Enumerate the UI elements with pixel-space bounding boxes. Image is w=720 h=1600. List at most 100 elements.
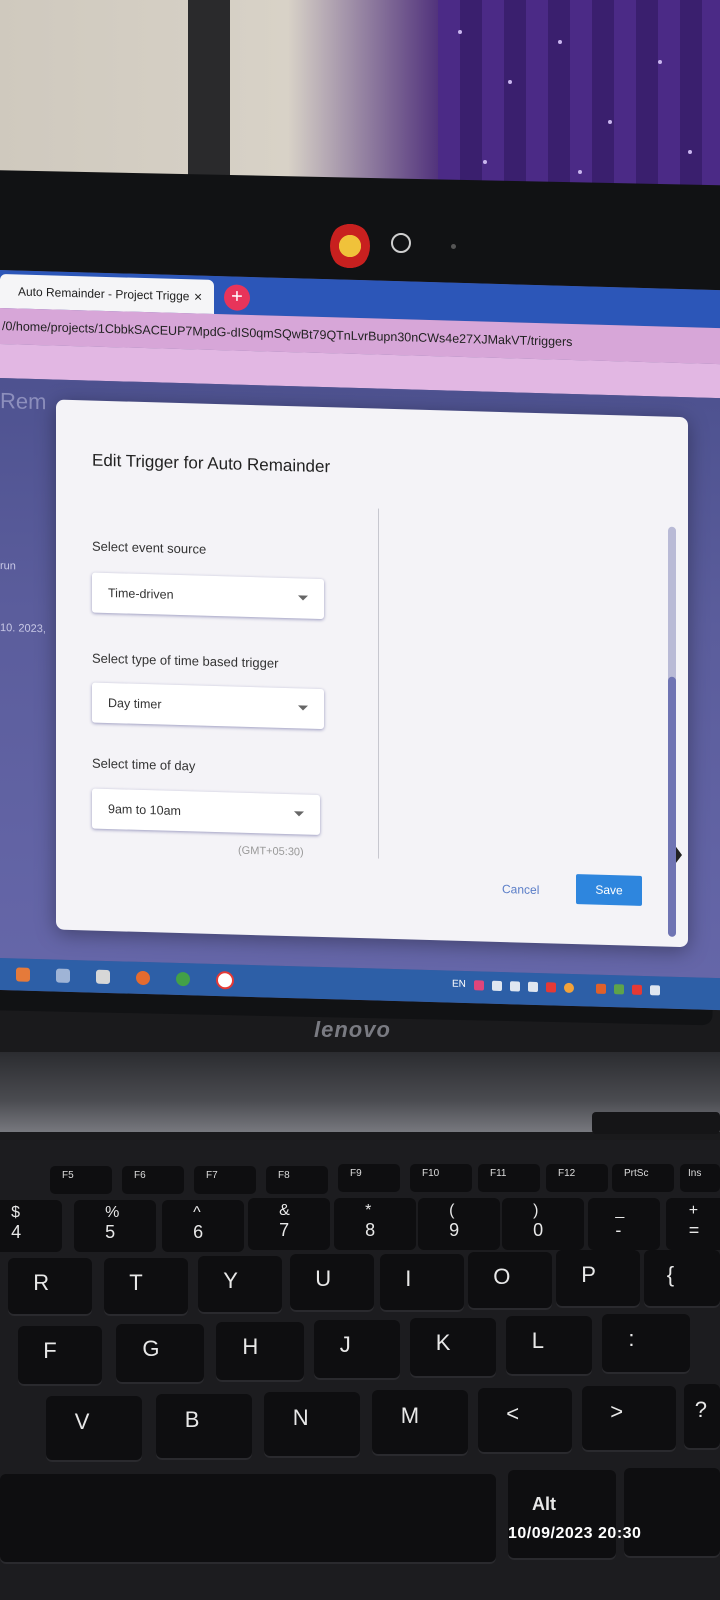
trigger-type-select[interactable]: Day timer [92,682,324,730]
key-semicolon[interactable]: : [602,1314,690,1374]
key-0[interactable]: ) 0 [502,1198,584,1250]
key-h[interactable]: H [216,1322,304,1382]
battery-icon[interactable] [613,983,624,994]
key-j[interactable]: J [314,1320,400,1380]
key-m[interactable]: M [372,1390,468,1456]
key-9-shift: ( [449,1202,455,1219]
key-y[interactable]: Y [198,1256,282,1314]
key-5[interactable]: % 5 [74,1200,156,1252]
key-o[interactable]: O [468,1252,552,1310]
security-icon[interactable] [631,984,642,995]
timezone-text: (GMT+05:30) [238,844,304,859]
q-app-icon[interactable] [545,981,556,993]
key-7-main: 7 [279,1220,290,1240]
key-equals-shift: + [688,1202,699,1219]
key-space[interactable] [0,1474,496,1564]
tray-app-icon[interactable] [595,983,606,994]
scrollbar-thumb[interactable] [668,676,676,937]
key-menu[interactable] [624,1468,720,1558]
key-f11[interactable]: F11 [478,1164,540,1192]
background-run-text: run [0,560,16,573]
key-f7[interactable]: F7 [194,1166,256,1194]
key-8[interactable]: * 8 [334,1198,416,1250]
key-ins[interactable]: Ins [680,1164,720,1192]
tab-title: Auto Remainder - Project Trigger [18,284,190,304]
chevron-down-icon [294,811,304,817]
chevron-down-icon [298,705,308,711]
key-7[interactable]: & 7 [248,1198,330,1250]
share-icon[interactable] [509,980,520,992]
file-explorer-icon[interactable] [56,968,70,983]
key-f6[interactable]: F6 [122,1166,184,1194]
shield-icon[interactable] [473,979,484,991]
key-bracket[interactable]: { [644,1250,720,1308]
key-i[interactable]: I [380,1254,464,1312]
key-g[interactable]: G [116,1324,204,1384]
wall-post [188,0,230,185]
key-6-shift: ^ [193,1204,201,1221]
key-4[interactable]: $ 4 [0,1200,62,1252]
chevron-down-icon [298,595,308,601]
language-indicator[interactable]: EN [452,979,466,990]
key-5-main: 5 [105,1222,116,1242]
key-8-main: 8 [365,1220,376,1240]
key-t-label: T [129,1269,143,1295]
chrome-active-icon[interactable] [216,971,234,990]
chrome-icon[interactable] [176,971,190,987]
key-f8[interactable]: F8 [266,1166,328,1194]
firefox-icon[interactable] [136,970,150,986]
key-f5[interactable]: F5 [50,1166,112,1194]
key-prtsc[interactable]: PrtSc [612,1164,674,1192]
lenovo-logo: lenovo [314,1017,391,1042]
key-alt[interactable]: Alt [508,1470,616,1560]
key-period[interactable]: > [582,1386,676,1452]
time-of-day-select[interactable]: 9am to 10am [92,788,320,835]
key-b-label: B [184,1407,200,1433]
key-6[interactable]: ^ 6 [162,1200,244,1252]
key-7-shift: & [279,1202,290,1219]
sticker [330,222,370,270]
notes-icon[interactable] [96,969,110,985]
time-of-day-value: 9am to 10am [108,802,181,819]
cancel-button[interactable]: Cancel [502,882,539,897]
key-comma[interactable]: < [478,1388,572,1454]
save-button[interactable]: Save [576,874,642,906]
photo-timestamp: 10/09/2023 20:30 [508,1525,641,1543]
key-m-label: M [400,1403,420,1429]
key-i-label: I [405,1265,412,1291]
key-r[interactable]: R [8,1258,92,1316]
key-equals[interactable]: + = [666,1198,720,1250]
system-tray: EN [452,979,660,996]
key-p[interactable]: P [556,1250,640,1308]
key-f12[interactable]: F12 [546,1164,608,1192]
key-k[interactable]: K [410,1318,496,1378]
key-f10[interactable]: F10 [410,1164,472,1192]
key-t[interactable]: T [104,1258,188,1316]
event-source-select[interactable]: Time-driven [92,572,324,620]
key-slash-label: ? [694,1397,708,1423]
key-8-shift: * [365,1202,372,1219]
key-f9[interactable]: F9 [338,1164,400,1192]
media-icon[interactable] [16,967,30,982]
key-minus[interactable]: _ - [588,1198,660,1250]
key-v[interactable]: V [46,1396,142,1462]
trigger-type-label: Select type of time based trigger [92,650,279,671]
webcam-led [451,244,456,249]
key-b[interactable]: B [156,1394,252,1460]
key-v-label: V [74,1409,90,1435]
key-u[interactable]: U [290,1254,374,1312]
url-text[interactable]: /0/home/projects/1CbbkSACEUP7MpdG-dIS0qm… [2,319,572,349]
key-n[interactable]: N [264,1392,360,1458]
sync-icon[interactable] [527,981,538,992]
key-period-label: > [610,1399,624,1425]
key-slash[interactable]: ? [684,1384,720,1450]
background-heading: Rem [0,388,47,415]
cloud-icon[interactable] [649,984,660,995]
key-9[interactable]: ( 9 [418,1198,500,1250]
key-f[interactable]: F [18,1326,102,1386]
network-icon[interactable] [491,980,502,991]
tab-close-icon[interactable]: × [194,288,202,304]
new-tab-button[interactable]: + [224,284,250,311]
key-l[interactable]: L [506,1316,592,1376]
app-icon[interactable] [563,982,574,993]
